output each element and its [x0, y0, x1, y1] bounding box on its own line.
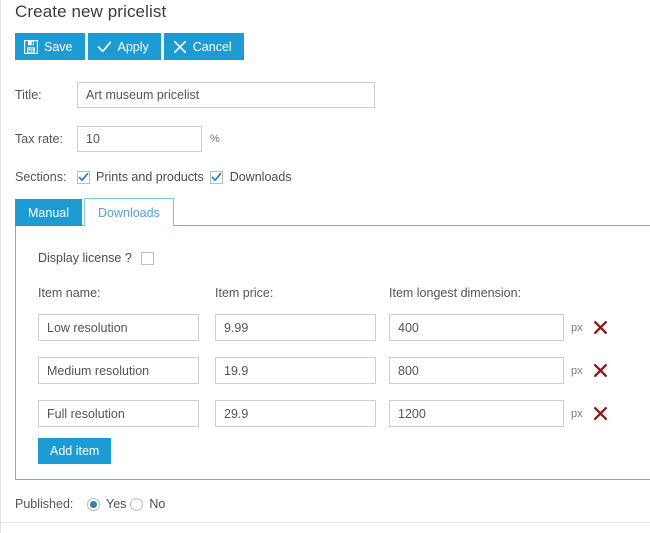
- item-price-input[interactable]: [215, 357, 376, 384]
- published-label: Published:: [15, 497, 74, 511]
- delete-row-button[interactable]: [593, 363, 608, 378]
- percent-label: %: [210, 133, 220, 145]
- radio-published-no-label: No: [149, 497, 166, 511]
- sections-row: Sections: Prints and products Downloads: [15, 170, 292, 184]
- title-label: Title:: [15, 88, 42, 102]
- table-row: px: [38, 314, 608, 341]
- save-button[interactable]: Save: [15, 33, 85, 60]
- add-item-button[interactable]: Add item: [38, 438, 112, 464]
- table-row: px: [38, 357, 608, 384]
- radio-published-no[interactable]: [130, 497, 144, 511]
- bottom-divider: [1, 522, 650, 523]
- close-icon: [173, 40, 187, 54]
- tax-rate-input[interactable]: [77, 126, 202, 152]
- delete-row-button[interactable]: [593, 320, 608, 335]
- sections-label: Sections:: [15, 170, 67, 184]
- item-dimension-input[interactable]: [389, 314, 564, 341]
- column-header-item-dimension: Item longest dimension:: [389, 286, 522, 300]
- close-icon: [593, 321, 607, 334]
- close-icon: [593, 407, 607, 420]
- save-button-label: Save: [44, 39, 73, 54]
- px-unit-label: px: [571, 321, 583, 334]
- radio-published-yes-label: Yes: [106, 497, 127, 511]
- check-icon: [78, 172, 89, 181]
- checkbox-prints-and-products[interactable]: [77, 170, 90, 184]
- tab-downloads[interactable]: Downloads: [84, 198, 174, 226]
- editor-toolbar: Save Apply Cancel: [15, 33, 244, 60]
- tab-bar: Manual Downloads: [15, 198, 174, 226]
- display-license-row: Display license ?: [38, 251, 154, 265]
- item-name-input[interactable]: [38, 357, 199, 384]
- apply-button-label: Apply: [117, 39, 149, 54]
- tab-downloads-label: Downloads: [98, 205, 160, 220]
- close-icon: [593, 364, 607, 377]
- px-unit-label: px: [571, 364, 583, 377]
- display-license-label: Display license ?: [38, 251, 132, 265]
- column-header-item-price: Item price:: [215, 286, 274, 300]
- checkbox-downloads-label: Downloads: [229, 170, 292, 184]
- title-row: Title:: [15, 82, 375, 108]
- check-icon: [211, 172, 222, 181]
- tab-manual-label: Manual: [28, 205, 69, 220]
- radio-dot: [90, 500, 97, 508]
- table-row: px: [38, 400, 608, 427]
- item-price-input[interactable]: [215, 314, 376, 341]
- item-name-input[interactable]: [38, 400, 199, 427]
- checkbox-prints-and-products-label: Prints and products: [96, 170, 204, 184]
- px-unit-label: px: [571, 407, 583, 420]
- tax-rate-label: Tax rate:: [15, 132, 63, 146]
- pricelist-editor-page: Create new pricelist Save Apply Cancel T…: [0, 0, 650, 533]
- cancel-button[interactable]: Cancel: [163, 33, 244, 60]
- floppy-disk-icon: [24, 39, 38, 54]
- title-input[interactable]: [77, 82, 375, 108]
- check-icon: [97, 40, 112, 54]
- cancel-button-label: Cancel: [192, 39, 232, 54]
- item-name-input[interactable]: [38, 314, 199, 341]
- item-dimension-input[interactable]: [389, 400, 564, 427]
- tab-manual[interactable]: Manual: [15, 199, 82, 226]
- page-title: Create new pricelist: [15, 2, 167, 21]
- checkbox-downloads[interactable]: [209, 170, 223, 184]
- column-header-item-name: Item name:: [38, 286, 101, 300]
- radio-published-yes[interactable]: [87, 497, 100, 511]
- item-price-input[interactable]: [215, 400, 376, 427]
- delete-row-button[interactable]: [593, 406, 608, 421]
- checkbox-display-license[interactable]: [140, 251, 154, 265]
- published-row: Published: Yes No: [15, 497, 169, 511]
- tab-panel-manual: Display license ? Item name: Item price:…: [15, 225, 650, 480]
- apply-button[interactable]: Apply: [87, 33, 161, 60]
- tax-rate-row: Tax rate: %: [15, 126, 220, 152]
- item-dimension-input[interactable]: [389, 357, 564, 384]
